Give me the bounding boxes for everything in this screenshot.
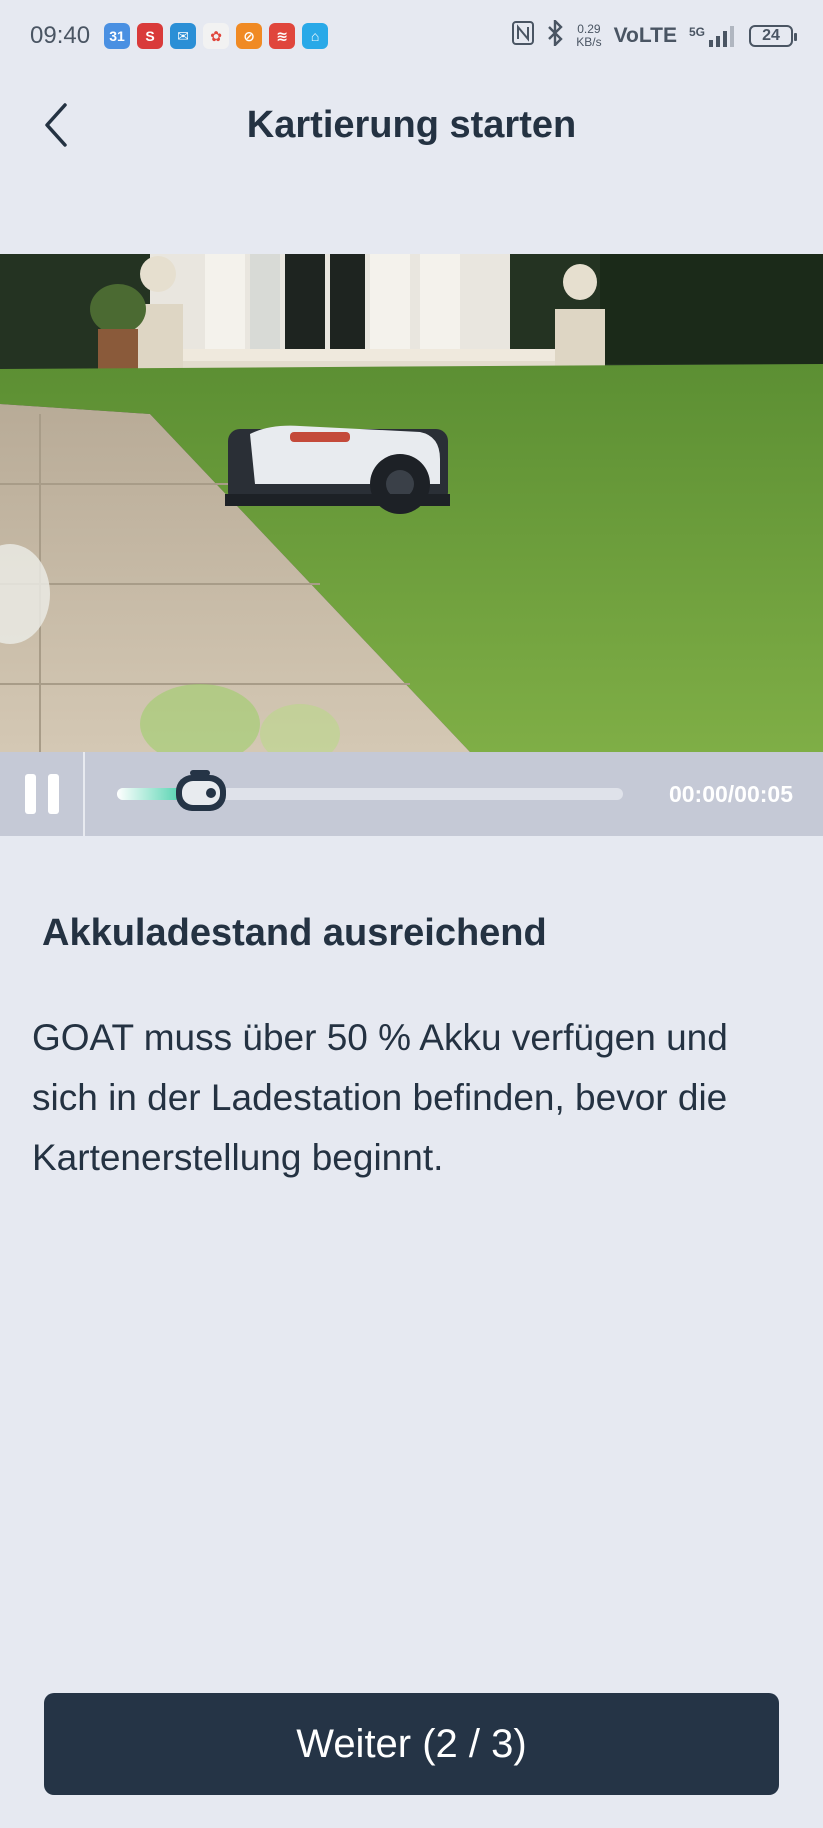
calendar-icon: 31 (104, 23, 131, 49)
volte-label: VoLTE (613, 24, 677, 47)
pause-button[interactable] (0, 752, 85, 836)
header: Kartierung starten (0, 82, 823, 168)
nfc-icon (512, 21, 535, 51)
home-app-icon: ⌂ (302, 23, 329, 49)
chevron-left-icon (45, 103, 67, 147)
description-text: GOAT muss über 50 % Akku verfügen und si… (32, 1017, 728, 1178)
page-title: Kartierung starten (246, 103, 577, 146)
link-app-icon: ⊘ (236, 23, 263, 49)
pause-icon (24, 774, 36, 814)
progress-track[interactable] (117, 770, 623, 811)
video-frame-mower-on-lawn (0, 254, 823, 752)
system-status: 0.29 KB/s VoLTE 5G 24 (512, 18, 797, 52)
notification-icons: 31 S ✉ ✿ ⊘ ≋ ⌂ (104, 23, 329, 49)
section-title: Akkuladestand ausreichend (42, 912, 547, 954)
video-controls: 00:00/00:05 (0, 752, 823, 836)
video-player[interactable] (0, 254, 823, 752)
signal-icon: 5G (689, 25, 737, 47)
pinwheel-icon: ✿ (203, 23, 230, 49)
pause-icon-bar (47, 774, 59, 814)
battery-icon: 24 (749, 25, 797, 47)
mower-scrub-handle-icon[interactable] (173, 768, 229, 818)
s-app-icon: S (137, 23, 164, 49)
mail-icon: ✉ (170, 23, 197, 49)
signal-type: 5G (688, 25, 705, 39)
status-bar: 09:40 31 S ✉ ✿ ⊘ ≋ ⌂ 0.29 KB/s VoLTE 5G … (0, 0, 823, 72)
red-app-icon: ≋ (269, 23, 296, 49)
video-time: 00:00/00:05 (668, 780, 793, 807)
next-button[interactable]: Weiter (2 / 3) (44, 1693, 779, 1795)
back-button[interactable] (34, 100, 78, 150)
network-speed: 0.29 KB/s (576, 23, 601, 49)
speed-unit: KB/s (576, 35, 602, 49)
status-time: 09:40 (30, 22, 91, 49)
bluetooth-icon (546, 18, 564, 52)
